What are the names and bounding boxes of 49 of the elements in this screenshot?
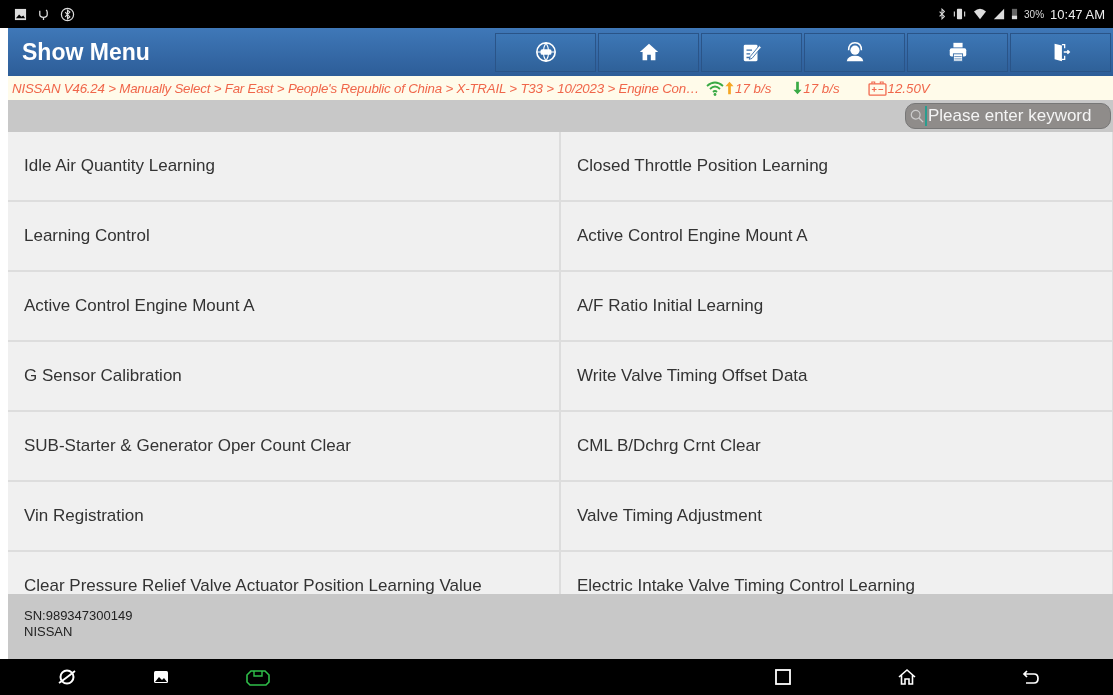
menu-item[interactable]: CML B/Dchrg Crnt Clear xyxy=(561,412,1112,480)
serial-number: SN:989347300149 xyxy=(24,608,134,624)
usb-icon xyxy=(37,7,50,21)
upload-rate: 17 b/s xyxy=(735,80,772,96)
page-title: Show Menu xyxy=(22,38,150,66)
menu-item[interactable]: A/F Ratio Initial Learning xyxy=(561,272,1112,340)
vibrate-icon xyxy=(952,8,968,20)
menu-item[interactable]: Electric Intake Valve Timing Control Learning xyxy=(561,552,1112,594)
bluetooth-icon xyxy=(938,8,947,20)
wifi-icon xyxy=(705,80,726,96)
toolbar-button[interactable] xyxy=(1010,32,1111,72)
wifi-icon xyxy=(973,8,988,20)
voltage-reading: 12.50V xyxy=(887,80,930,96)
home-icon xyxy=(637,41,660,63)
menu-item[interactable]: Active Control Engine Mount A xyxy=(8,272,559,340)
menu-item[interactable]: Closed Throttle Position Learning xyxy=(561,132,1112,200)
vci-connector-icon xyxy=(245,667,271,687)
toolbar-button[interactable] xyxy=(907,32,1008,72)
battery-percent: 30% xyxy=(1024,8,1045,20)
menu-item[interactable]: G Sensor Calibration xyxy=(8,342,559,410)
down-arrow-icon xyxy=(793,80,803,96)
clock-time: 10:47 AM xyxy=(1050,6,1105,22)
toolbar-button[interactable] xyxy=(804,32,905,72)
up-arrow-icon xyxy=(725,80,735,96)
home-icon xyxy=(897,667,917,687)
download-rate: 17 b/s xyxy=(803,80,840,96)
recents-icon xyxy=(773,667,793,687)
toolbar-button[interactable] xyxy=(598,32,699,72)
back-icon xyxy=(1021,667,1041,687)
battery-icon xyxy=(1011,8,1019,20)
menu-item[interactable]: Idle Air Quantity Learning xyxy=(8,132,559,200)
battery-icon xyxy=(867,80,887,96)
breadcrumb-path: NISSAN V46.24 > Manually Select > Far East > People's Republic of China > X-TRAIL > T33 > 10/2023 > Engine Con… xyxy=(12,80,700,96)
menu-item[interactable]: Write Valve Timing Offset Data xyxy=(561,342,1112,410)
search-icon xyxy=(910,108,924,124)
menu-item[interactable]: Learning Control xyxy=(8,202,559,270)
circled-icon xyxy=(60,6,75,22)
menu-item[interactable]: SUB-Starter & Generator Oper Count Clear xyxy=(8,412,559,480)
menu-item[interactable]: Vin Registration xyxy=(8,482,559,550)
car-globe-icon xyxy=(534,41,557,63)
image-icon xyxy=(14,7,27,21)
menu-item[interactable]: Active Control Engine Mount A xyxy=(561,202,1112,270)
search-field[interactable]: Please enter keyword xyxy=(905,103,1111,129)
menu-item[interactable]: Clear Pressure Relief Valve Actuator Position Learning Value xyxy=(8,552,559,594)
toolbar-button[interactable] xyxy=(701,32,802,72)
vehicle-brand: NISSAN xyxy=(24,624,74,640)
menu-item[interactable]: Valve Timing Adjustment xyxy=(561,482,1112,550)
toolbar-button[interactable] xyxy=(495,32,596,72)
signal-icon xyxy=(993,8,1006,20)
